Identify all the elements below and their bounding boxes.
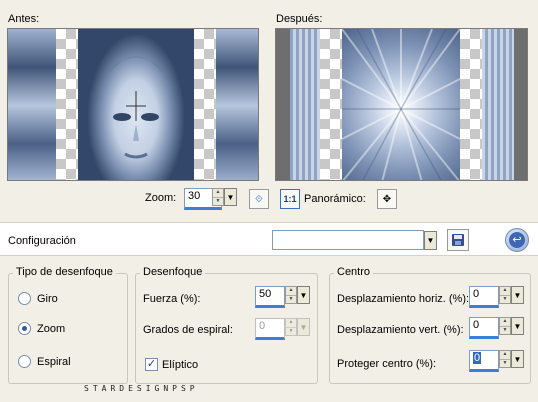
portrait-image [78,29,194,180]
radio-button[interactable] [18,292,31,305]
down-arrow-icon[interactable]: ▼ [500,358,510,368]
blurred-tile-right [482,29,514,180]
chevron-down-icon: ▼ [513,290,522,300]
blur-rays [342,29,460,180]
after-label: Después: [276,13,323,25]
settings-label: Configuración [8,235,76,247]
protect-center-spinner[interactable]: ▲ ▼ [499,350,511,368]
up-arrow-icon[interactable]: ▲ [500,318,510,326]
gray-margin-right [514,29,527,180]
watermark-text: STARDESIGNPSP [84,384,199,393]
zoom-spinner[interactable]: ▲ ▼ [212,188,224,206]
up-arrow-icon[interactable]: ▲ [286,319,296,327]
strength-input[interactable]: 50 [255,286,285,308]
reset-button[interactable]: ↩ [505,228,529,252]
chevron-down-icon: ▼ [513,321,522,331]
spiral-degrees-label: Grados de espiral: [143,324,233,336]
h-offset-dropdown-button[interactable]: ▼ [511,286,524,304]
v-offset-dropdown-button[interactable]: ▼ [511,317,524,335]
chevron-down-icon: ▼ [513,354,522,364]
blurred-tile-left [290,29,320,180]
zoom-label: Zoom: [145,192,177,204]
checker-strip-left-after [320,29,342,180]
up-arrow-icon[interactable]: ▲ [500,351,510,359]
spiral-degrees-spinner[interactable]: ▲ ▼ [285,318,297,336]
radio-option-giro[interactable]: Giro [18,292,58,305]
down-arrow-icon[interactable]: ▼ [286,294,296,304]
side-tile-left [8,29,56,180]
portrait-drawing [108,56,164,159]
protect-center-input[interactable]: 0 [469,350,499,372]
actual-size-button[interactable]: 1:1 [280,189,300,209]
fit-window-icon: ⟐ [255,193,263,205]
strength-label: Fuerza (%): [143,293,201,305]
protect-center-label: Proteger centro (%): [337,358,437,370]
strength-dropdown-button[interactable]: ▼ [297,286,310,304]
strength-spinner[interactable]: ▲ ▼ [285,286,297,304]
radio-button-selected[interactable] [18,322,31,335]
radio-label: Espiral [37,355,71,368]
before-preview[interactable] [7,28,259,181]
zoom-blur-image [342,29,460,180]
blur-title: Desenfoque [140,266,206,278]
v-offset-spinner[interactable]: ▲ ▼ [499,317,511,335]
h-offset-spinner[interactable]: ▲ ▼ [499,286,511,304]
save-settings-button[interactable] [447,229,469,251]
radio-option-espiral[interactable]: Espiral [18,355,71,368]
elliptic-checkbox-row[interactable]: ✓ Elíptico [145,358,198,371]
radio-button[interactable] [18,355,31,368]
after-preview [275,28,528,181]
chevron-down-icon: ▼ [299,322,308,332]
protect-center-dropdown-button[interactable]: ▼ [511,350,524,368]
settings-dropdown-button[interactable]: ▼ [424,231,437,250]
checker-strip-right-after [460,29,482,180]
move-arrows-icon: ✥ [382,193,392,205]
center-title: Centro [334,266,374,278]
panoramic-label: Panorámico: [304,193,366,205]
h-offset-input[interactable]: 0 [469,286,499,308]
pan-button[interactable]: ✥ [377,189,397,209]
up-arrow-icon[interactable]: ▲ [500,287,510,295]
floppy-disk-icon [452,234,464,246]
gray-margin-left [276,29,290,180]
down-arrow-icon[interactable]: ▼ [500,325,510,335]
v-offset-label: Desplazamiento vert. (%): [337,324,464,336]
chevron-down-icon: ▼ [226,192,235,202]
side-tile-right [216,29,258,180]
h-offset-label: Desplazamiento horiz. (%): [337,293,470,305]
radio-label: Zoom [37,322,66,335]
actual-size-label: 1:1 [283,194,297,204]
zoom-down-arrow-icon[interactable]: ▼ [213,196,223,206]
v-offset-input[interactable]: 0 [469,317,499,339]
down-arrow-icon[interactable]: ▼ [286,326,296,336]
up-arrow-icon[interactable]: ▲ [286,287,296,295]
zoom-dropdown-button[interactable]: ▼ [224,188,237,206]
spiral-degrees-dropdown-button[interactable]: ▼ [297,318,310,336]
zoom-up-arrow-icon[interactable]: ▲ [213,189,223,197]
settings-combo[interactable] [272,230,424,250]
checker-strip-right [194,29,216,180]
chevron-down-icon: ▼ [299,290,308,300]
undo-arrow-icon: ↩ [509,232,525,248]
before-label: Antes: [8,13,40,25]
elliptic-label: Elíptico [162,358,199,371]
chevron-down-icon: ▼ [426,236,435,245]
blur-type-title: Tipo de desenfoque [13,266,116,278]
spiral-degrees-input[interactable]: 0 [255,318,285,340]
radio-option-zoom[interactable]: Zoom [18,322,65,335]
down-arrow-icon[interactable]: ▼ [500,294,510,304]
elliptic-checkbox[interactable]: ✓ [145,358,158,371]
selected-value: 0 [473,352,482,364]
checker-strip-left [56,29,78,180]
radio-label: Giro [37,292,58,305]
fit-view-button[interactable]: ⟐ [249,189,269,209]
